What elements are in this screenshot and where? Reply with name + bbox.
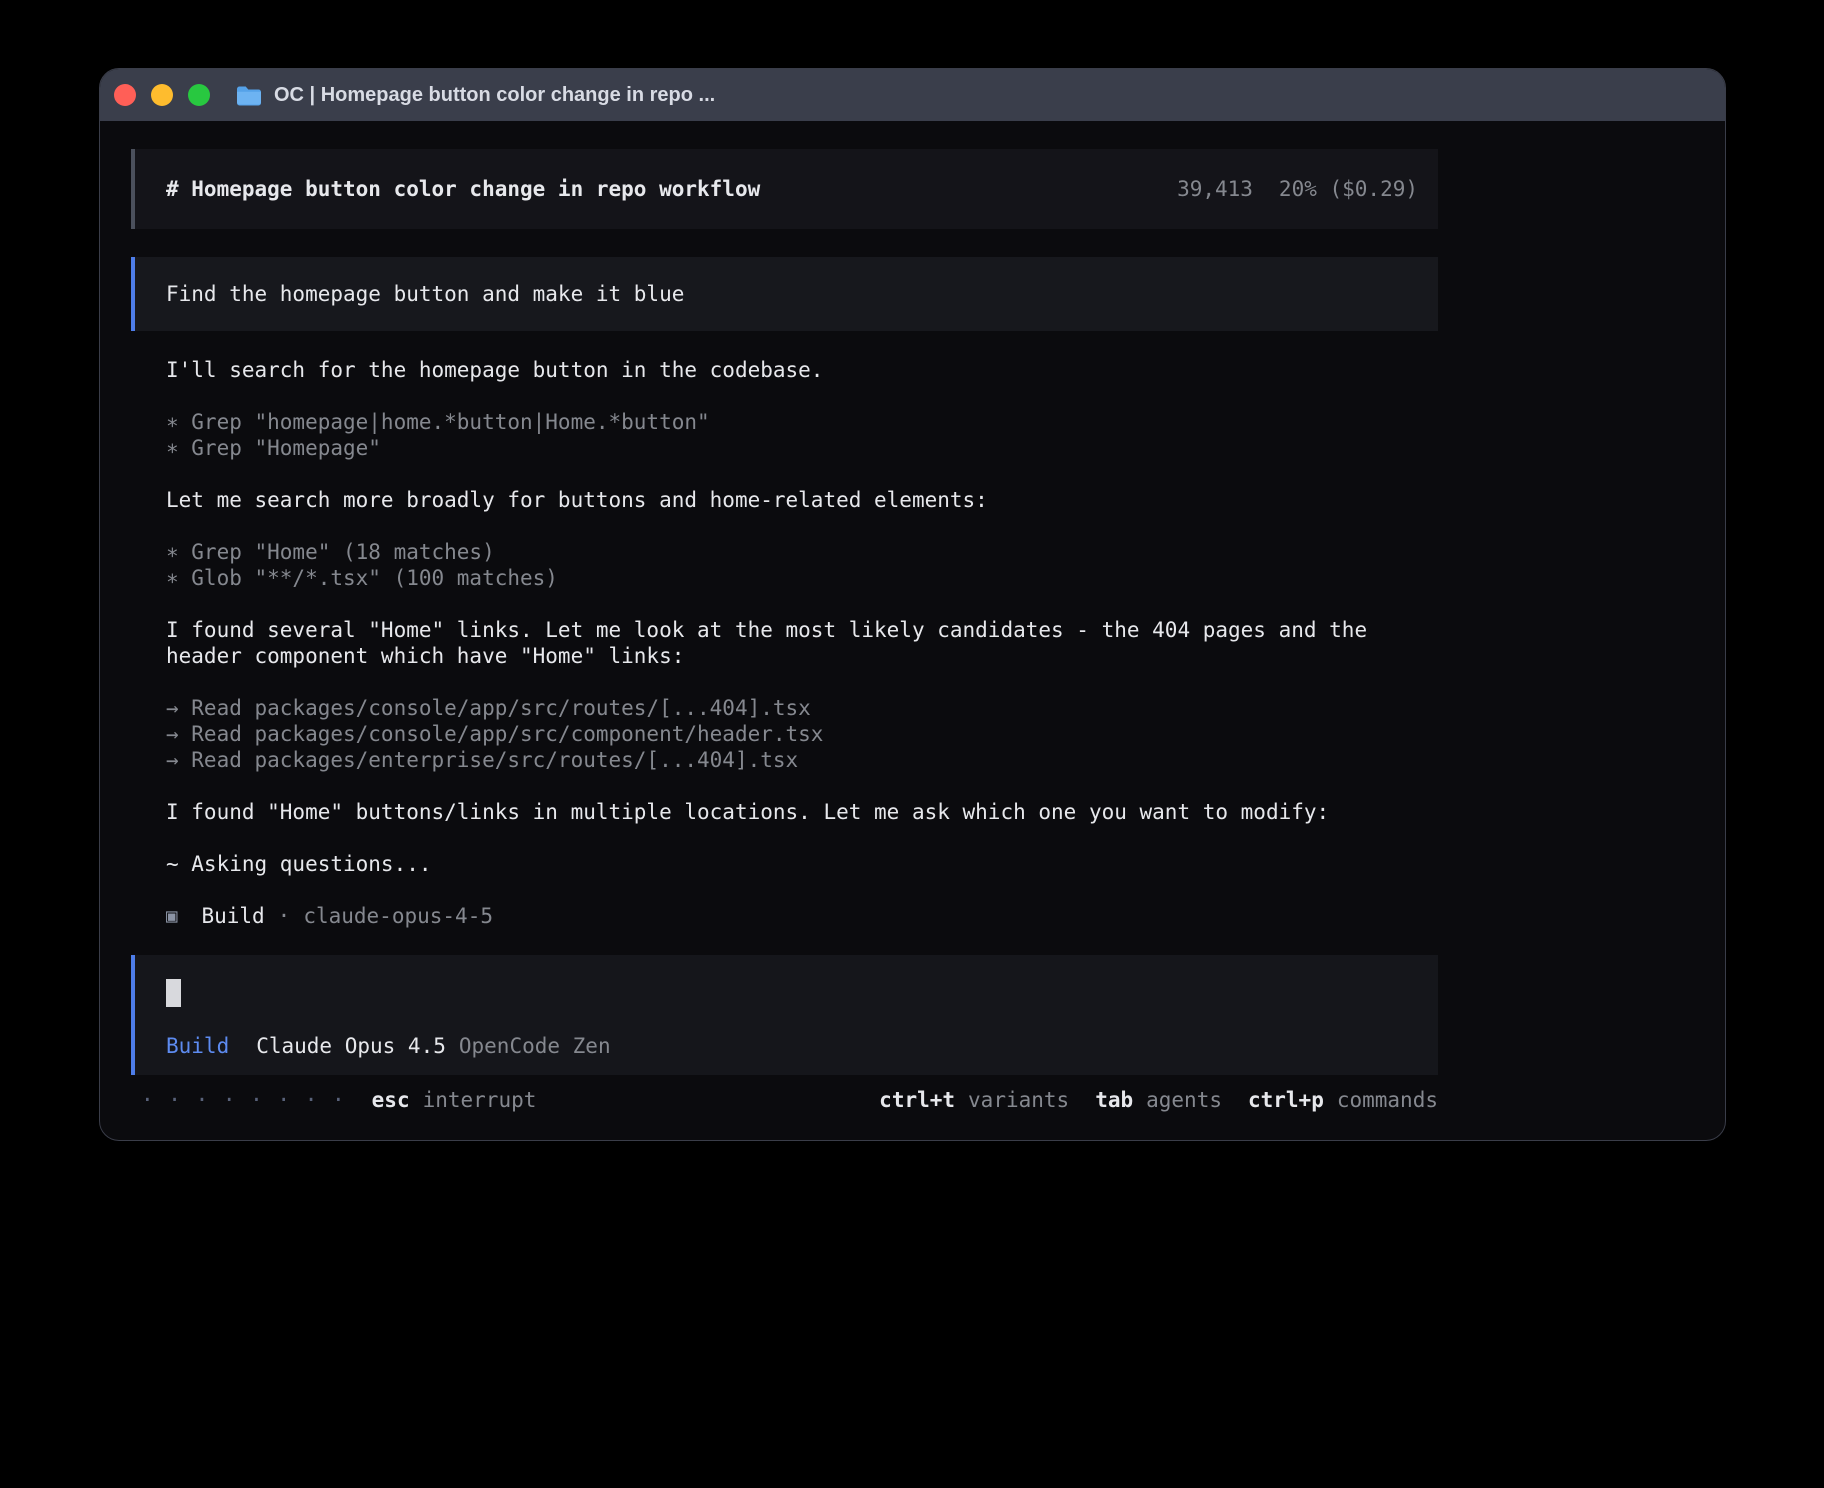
tool-call-group: → Read packages/console/app/src/routes/[… <box>166 695 1438 773</box>
hint-label: commands <box>1337 1087 1438 1113</box>
user-message-text: Find the homepage button and make it blu… <box>166 281 684 307</box>
context-usage: 20% ($0.29) <box>1279 177 1418 201</box>
terminal-window: OC | Homepage button color change in rep… <box>99 68 1726 1141</box>
hint-key: esc <box>372 1087 410 1113</box>
folder-icon <box>236 85 262 106</box>
tool-call-grep: ∗ Grep "Homepage" <box>166 435 1438 461</box>
close-button[interactable] <box>114 84 136 106</box>
agent-status-line: ▣ Build · claude-opus-4-5 <box>166 903 1438 929</box>
session-title: # Homepage button color change in repo w… <box>166 177 760 201</box>
hint-label: variants <box>968 1087 1069 1113</box>
hint-key: ctrl+p <box>1248 1087 1324 1113</box>
agent-icon: ▣ <box>166 903 177 929</box>
tool-call-group: ∗ Grep "homepage|home.*button|Home.*butt… <box>166 409 1438 461</box>
spinner-dots: · · · · · · · · <box>131 1087 346 1113</box>
hint-key: ctrl+t <box>879 1087 955 1113</box>
tool-call-read: → Read packages/console/app/src/routes/[… <box>166 695 1438 721</box>
statusbar: · · · · · · · · esc interrupt ctrl+t var… <box>131 1087 1438 1113</box>
assistant-transcript: I'll search for the homepage button in t… <box>166 357 1438 929</box>
tool-call-read: → Read packages/console/app/src/componen… <box>166 721 1438 747</box>
tool-call-grep: ∗ Grep "Home" (18 matches) <box>166 539 1438 565</box>
hint-agents: tab agents <box>1095 1087 1222 1113</box>
session-stats: 39,413 20% ($0.29) <box>1177 177 1418 201</box>
terminal-content: # Homepage button color change in repo w… <box>100 121 1725 1113</box>
user-message: Find the homepage button and make it blu… <box>131 257 1438 331</box>
zoom-button[interactable] <box>188 84 210 106</box>
agent-separator: · <box>278 903 291 929</box>
agent-name: Build <box>201 903 264 929</box>
provider-indicator: OpenCode Zen <box>459 1033 611 1059</box>
model-indicator[interactable]: Claude Opus 4.5 <box>256 1033 446 1059</box>
session-header: # Homepage button color change in repo w… <box>131 149 1438 229</box>
hint-interrupt: esc interrupt <box>372 1087 537 1113</box>
agent-model: claude-opus-4-5 <box>303 903 493 929</box>
prompt-input[interactable]: Build Claude Opus 4.5 OpenCode Zen <box>131 955 1438 1075</box>
assistant-paragraph: I found "Home" buttons/links in multiple… <box>166 799 1438 825</box>
hint-variants: ctrl+t variants <box>879 1087 1069 1113</box>
assistant-paragraph: I'll search for the homepage button in t… <box>166 357 1438 383</box>
mode-indicator[interactable]: Build <box>166 1033 229 1059</box>
hint-key: tab <box>1095 1087 1133 1113</box>
assistant-paragraph: Let me search more broadly for buttons a… <box>166 487 1438 513</box>
hint-label: agents <box>1146 1087 1222 1113</box>
token-count: 39,413 <box>1177 177 1253 201</box>
tool-call-glob: ∗ Glob "**/*.tsx" (100 matches) <box>166 565 1438 591</box>
hint-label: interrupt <box>423 1087 537 1113</box>
window-titlebar[interactable]: OC | Homepage button color change in rep… <box>100 69 1725 121</box>
tool-call-read: → Read packages/enterprise/src/routes/[.… <box>166 747 1438 773</box>
assistant-paragraph: I found several "Home" links. Let me loo… <box>166 617 1438 669</box>
hint-commands: ctrl+p commands <box>1248 1087 1438 1113</box>
status-asking-questions: ~ Asking questions... <box>166 851 1438 877</box>
traffic-lights <box>114 84 210 106</box>
input-status-bar: Build Claude Opus 4.5 OpenCode Zen <box>166 1033 1407 1059</box>
window-title: OC | Homepage button color change in rep… <box>274 84 715 107</box>
tool-call-grep: ∗ Grep "homepage|home.*button|Home.*butt… <box>166 409 1438 435</box>
minimize-button[interactable] <box>151 84 173 106</box>
tool-call-group: ∗ Grep "Home" (18 matches) ∗ Glob "**/*.… <box>166 539 1438 591</box>
text-cursor[interactable] <box>166 979 181 1007</box>
